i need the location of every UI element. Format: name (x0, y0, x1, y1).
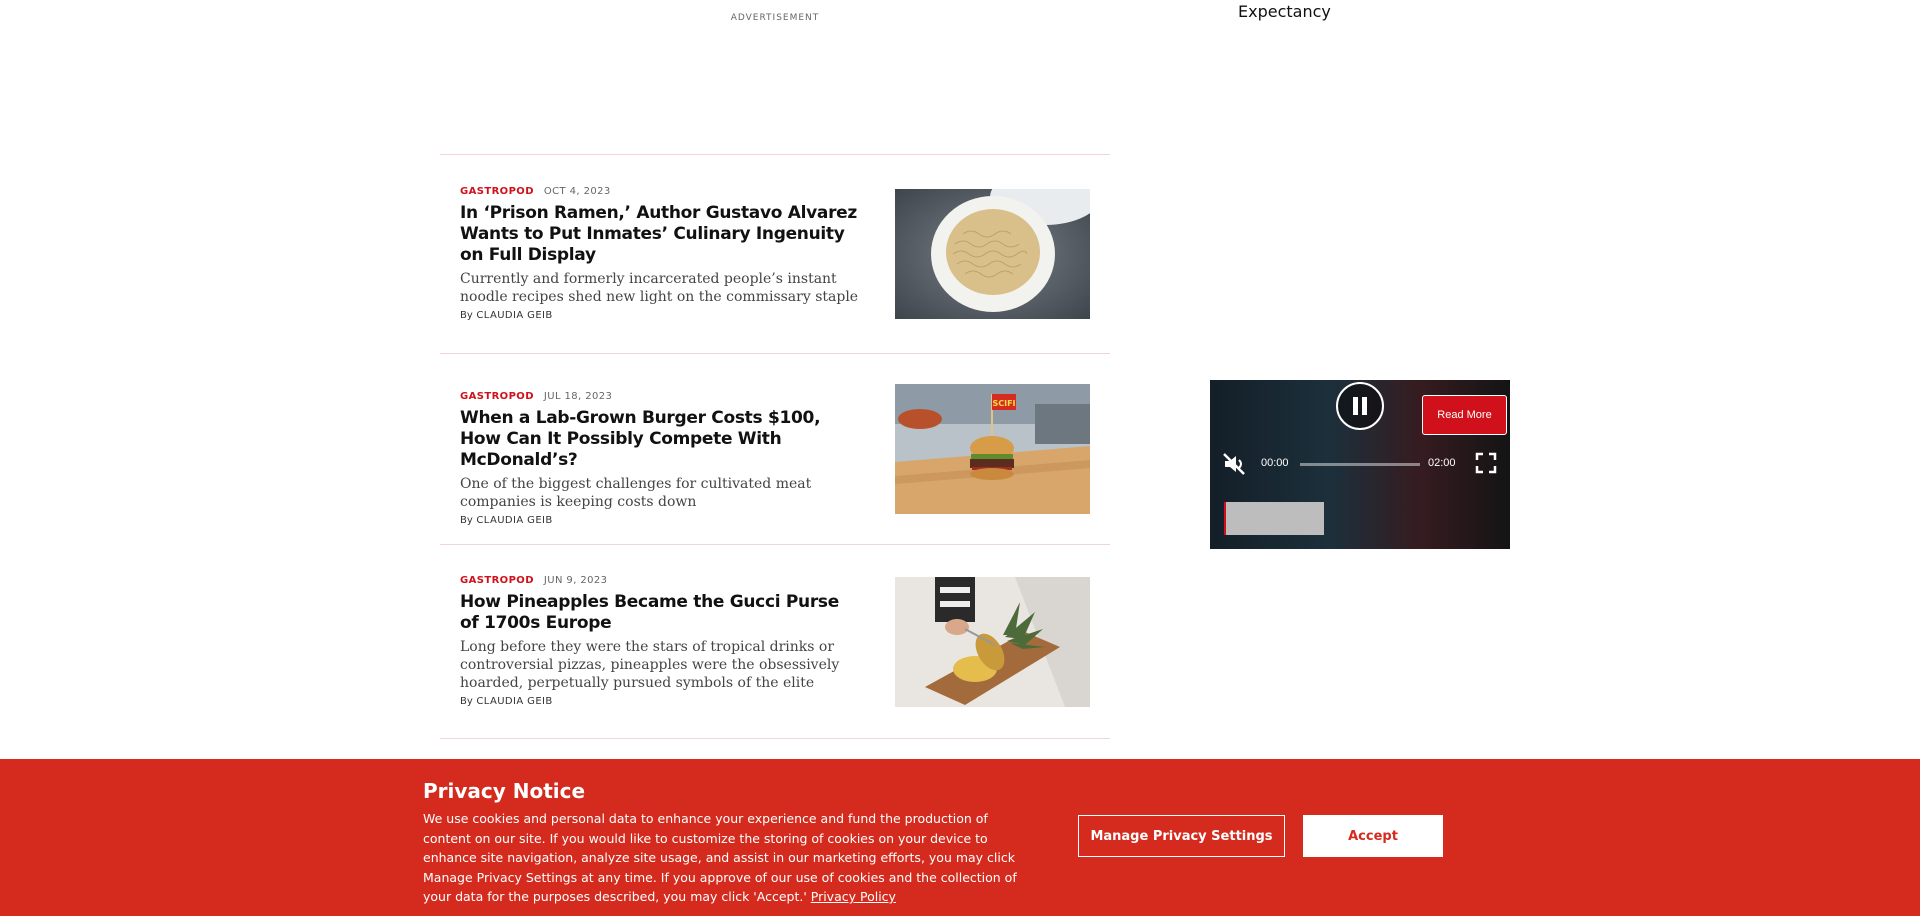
article-date: JUL 18, 2023 (543, 391, 613, 402)
player-controls: 00:00 02:00 (1210, 448, 1510, 478)
article-author[interactable]: CLAUDIA GEIB (476, 515, 552, 526)
privacy-banner: Privacy Notice We use cookies and person… (0, 759, 1920, 916)
article-thumbnail-burger[interactable]: SCIFI (895, 384, 1090, 514)
byline-prefix: By (460, 515, 473, 526)
current-time: 00:00 (1261, 457, 1289, 469)
article-dek: Long before they were the stars of tropi… (460, 639, 840, 691)
mute-icon[interactable] (1222, 452, 1248, 476)
advertisement-label: ADVERTISEMENT (730, 13, 820, 23)
divider (440, 738, 1110, 739)
article-headline[interactable]: In ‘Prison Ramen,’ Author Gustavo Alvare… (460, 203, 860, 266)
pause-icon (1353, 397, 1367, 415)
privacy-policy-link[interactable]: Privacy Policy (811, 889, 896, 904)
read-more-button[interactable]: Read More (1422, 395, 1507, 435)
article-thumbnail-pineapple[interactable] (895, 577, 1090, 707)
article-headline[interactable]: When a Lab-Grown Burger Costs $100, How … (460, 408, 860, 471)
article-author[interactable]: CLAUDIA GEIB (476, 310, 552, 321)
privacy-text: We use cookies and personal data to enha… (423, 809, 1023, 907)
sidebar-article-title[interactable]: Expectancy (1238, 2, 1331, 21)
privacy-body: We use cookies and personal data to enha… (423, 811, 1017, 904)
accept-button[interactable]: Accept (1303, 815, 1443, 857)
duration: 02:00 (1428, 457, 1456, 469)
video-player[interactable]: Read More 00:00 02:00 (1210, 380, 1510, 549)
article-byline: By CLAUDIA GEIB (460, 515, 1090, 526)
divider (440, 154, 1110, 155)
article-dek: Currently and formerly incarcerated peop… (460, 271, 859, 305)
divider (440, 544, 1110, 545)
burger-flag-text: SCIFI (992, 399, 1015, 408)
byline-prefix: By (460, 696, 473, 707)
byline-prefix: By (460, 310, 473, 321)
fullscreen-icon[interactable] (1475, 452, 1497, 474)
article-author[interactable]: CLAUDIA GEIB (476, 696, 552, 707)
manage-privacy-settings-button[interactable]: Manage Privacy Settings (1078, 815, 1285, 857)
preview-thumbnail[interactable] (1224, 502, 1324, 535)
progress-bar[interactable] (1300, 463, 1420, 466)
privacy-title: Privacy Notice (423, 779, 586, 803)
article-category[interactable]: GASTROPOD (460, 575, 534, 586)
article-headline[interactable]: How Pineapples Became the Gucci Purse of… (460, 592, 860, 634)
article-category[interactable]: GASTROPOD (460, 391, 534, 402)
article-date: JUN 9, 2023 (543, 575, 608, 586)
article-category[interactable]: GASTROPOD (460, 186, 534, 197)
pause-button[interactable] (1336, 382, 1384, 430)
article-thumbnail-ramen[interactable] (895, 189, 1090, 319)
article-date: OCT 4, 2023 (543, 186, 611, 197)
article-dek: One of the biggest challenges for cultiv… (460, 476, 812, 510)
divider (440, 353, 1110, 354)
